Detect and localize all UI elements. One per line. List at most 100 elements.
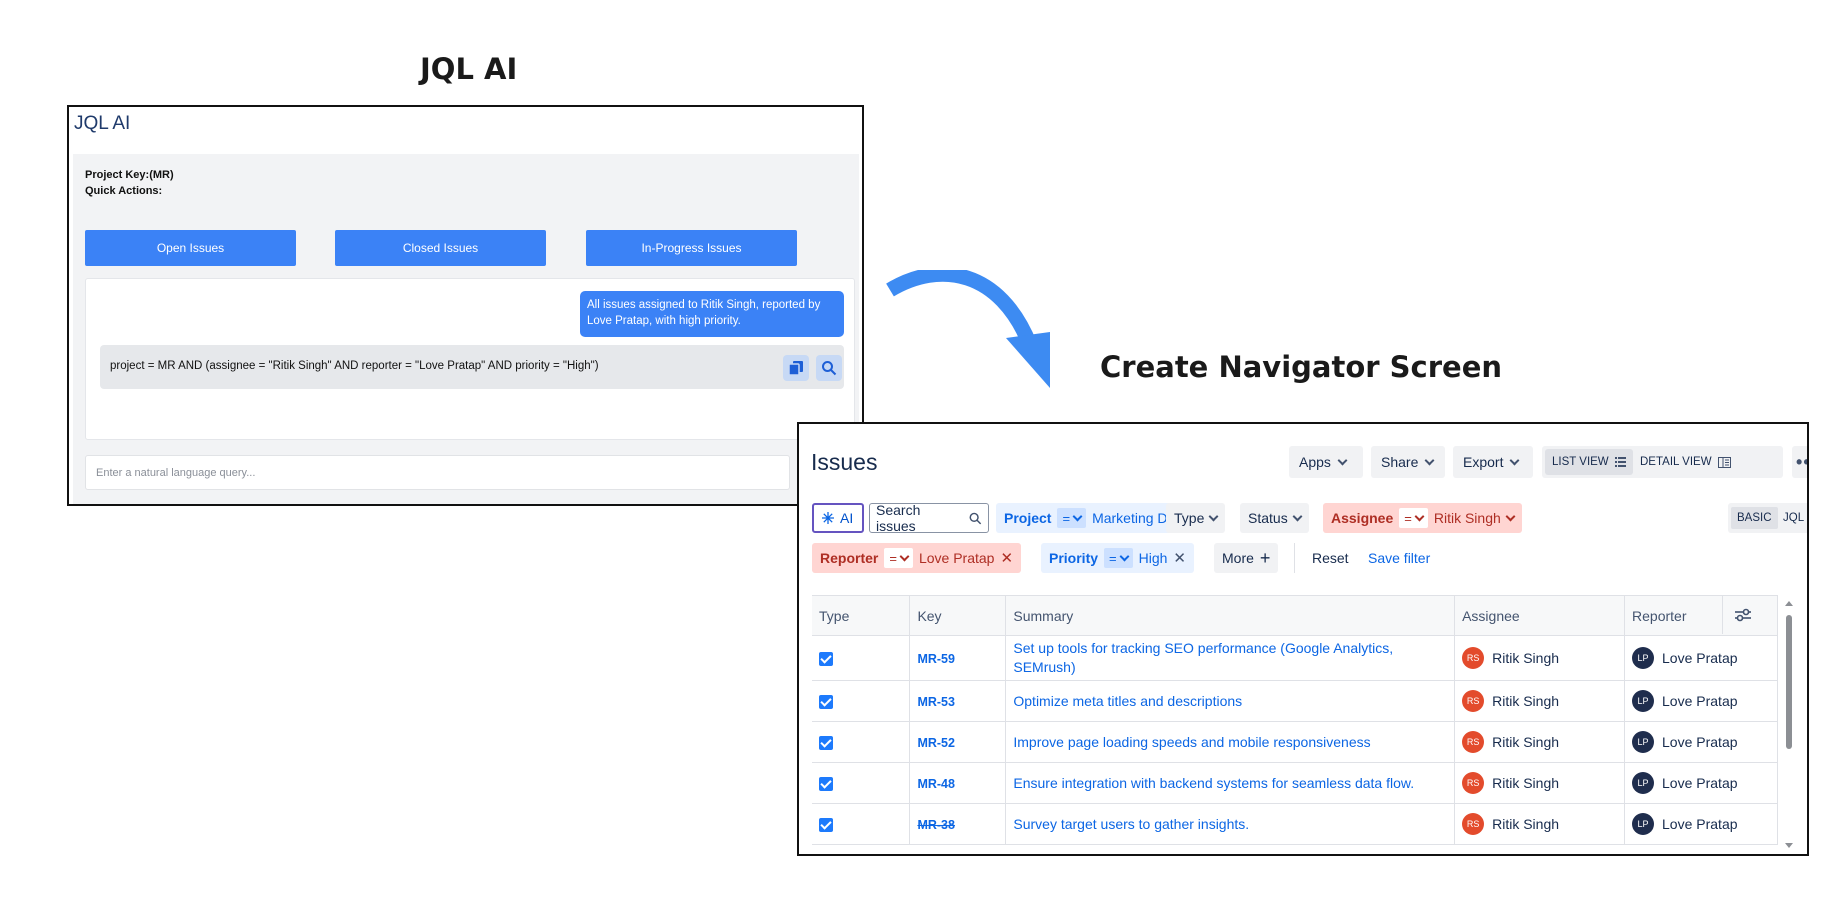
- detail-view-button[interactable]: DETAIL VIEW: [1633, 449, 1738, 475]
- assignee-name[interactable]: Ritik Singh: [1492, 775, 1559, 791]
- issue-key-link[interactable]: MR-38: [917, 818, 955, 832]
- reporter-name[interactable]: Love Pratap: [1662, 734, 1738, 750]
- ai-filter-button[interactable]: AI: [812, 503, 864, 533]
- natural-language-query-input[interactable]: [85, 455, 790, 490]
- reporter-operator-select[interactable]: =: [884, 548, 913, 568]
- table-row[interactable]: MR-52 Improve page loading speeds and mo…: [812, 721, 1778, 763]
- project-operator: =: [1062, 510, 1071, 526]
- copy-button[interactable]: [783, 355, 809, 381]
- chat-area: All issues assigned to Ritik Singh, repo…: [85, 278, 855, 440]
- project-operator-select[interactable]: =: [1057, 508, 1087, 528]
- plus-icon: +: [1259, 548, 1271, 568]
- priority-operator-select[interactable]: =: [1104, 548, 1133, 568]
- table-row[interactable]: MR-53 Optimize meta titles and descripti…: [812, 680, 1778, 722]
- search-issues-placeholder: Search issues: [876, 502, 921, 534]
- chevron-down-icon: [1208, 511, 1219, 521]
- chevron-down-icon: [1337, 455, 1348, 465]
- assignee-filter-chip[interactable]: Assignee = Ritik Singh: [1323, 503, 1522, 533]
- avatar: LP: [1632, 731, 1655, 753]
- reporter-name[interactable]: Love Pratap: [1662, 693, 1738, 709]
- table-header-row: Type Key Summary Assignee Reporter: [812, 595, 1778, 636]
- type-filter-chip[interactable]: Type: [1166, 503, 1226, 533]
- quick-actions-label: Quick Actions:: [85, 185, 163, 197]
- task-type-icon: [819, 736, 833, 751]
- in-progress-issues-button[interactable]: In-Progress Issues: [586, 230, 797, 266]
- column-header-key[interactable]: Key: [909, 595, 1007, 636]
- reporter-name[interactable]: Love Pratap: [1662, 650, 1738, 666]
- issue-key-link[interactable]: MR-48: [917, 777, 955, 791]
- avatar: LP: [1632, 690, 1655, 712]
- assignee-operator-select[interactable]: =: [1399, 508, 1428, 528]
- table-row[interactable]: MR-59 Set up tools for tracking SEO perf…: [812, 635, 1778, 681]
- scroll-down-arrow[interactable]: [1785, 843, 1793, 848]
- avatar: RS: [1462, 647, 1485, 669]
- save-filter-button[interactable]: Save filter: [1360, 543, 1438, 573]
- export-button[interactable]: Export: [1453, 446, 1533, 478]
- avatar: LP: [1632, 647, 1655, 669]
- reset-button[interactable]: Reset: [1304, 543, 1357, 573]
- scroll-up-arrow[interactable]: [1785, 601, 1793, 606]
- avatar: RS: [1462, 690, 1485, 712]
- scroll-thumb[interactable]: [1786, 615, 1792, 749]
- project-key-label: Project Key:(MR): [85, 169, 174, 181]
- issue-summary-link[interactable]: Survey target users to gather insights.: [1013, 815, 1249, 834]
- share-button[interactable]: Share: [1371, 446, 1445, 478]
- list-view-button[interactable]: LIST VIEW: [1545, 449, 1633, 475]
- detail-view-label: DETAIL VIEW: [1640, 456, 1712, 468]
- reporter-filter-chip[interactable]: Reporter = Love Pratap ✕: [812, 543, 1022, 573]
- column-header-type[interactable]: Type: [812, 595, 911, 636]
- table-row[interactable]: MR-38 Survey target users to gather insi…: [812, 803, 1778, 845]
- reporter-filter-value: Love Pratap: [918, 550, 995, 566]
- avatar: LP: [1632, 772, 1655, 794]
- user-message-bubble: All issues assigned to Ritik Singh, repo…: [580, 291, 844, 337]
- status-filter-chip[interactable]: Status: [1240, 503, 1309, 533]
- chevron-down-icon: [899, 551, 910, 561]
- column-header-assignee[interactable]: Assignee: [1454, 595, 1626, 636]
- jql-mode-button[interactable]: JQL: [1783, 507, 1804, 529]
- close-icon[interactable]: ✕: [1173, 551, 1186, 566]
- basic-mode-button[interactable]: BASIC: [1731, 507, 1778, 529]
- issue-key-link[interactable]: MR-52: [917, 736, 955, 750]
- issue-summary-link[interactable]: Ensure integration with backend systems …: [1013, 774, 1414, 793]
- assignee-filter-value: Ritik Singh: [1433, 510, 1501, 526]
- export-label: Export: [1463, 454, 1504, 470]
- open-issues-button[interactable]: Open Issues: [85, 230, 296, 266]
- chevron-down-icon: [1510, 455, 1520, 465]
- chevron-down-icon: [1119, 551, 1130, 561]
- copy-icon: [788, 361, 803, 376]
- more-actions-button[interactable]: •••: [1792, 446, 1807, 478]
- chevron-down-icon: [1505, 511, 1516, 521]
- assignee-name[interactable]: Ritik Singh: [1492, 693, 1559, 709]
- reporter-name[interactable]: Love Pratap: [1662, 816, 1738, 832]
- more-filters-button[interactable]: More +: [1214, 543, 1279, 573]
- generated-query-box: project = MR AND (assignee = "Ritik Sing…: [100, 345, 844, 389]
- list-icon: [1614, 457, 1626, 467]
- closed-issues-button[interactable]: Closed Issues: [335, 230, 546, 266]
- column-settings-button[interactable]: [1722, 596, 1762, 634]
- assignee-name[interactable]: Ritik Singh: [1492, 650, 1559, 666]
- column-header-summary[interactable]: Summary: [1005, 595, 1456, 636]
- list-view-label: LIST VIEW: [1552, 456, 1609, 468]
- issue-summary-link[interactable]: Improve page loading speeds and mobile r…: [1013, 733, 1370, 752]
- filter-divider: [1294, 543, 1295, 573]
- task-type-icon: [819, 777, 833, 792]
- search-issues-input[interactable]: Search issues: [869, 502, 989, 534]
- page-title: Issues: [811, 449, 878, 475]
- assignee-name[interactable]: Ritik Singh: [1492, 816, 1559, 832]
- issue-summary-link[interactable]: Optimize meta titles and descriptions: [1013, 692, 1242, 711]
- reporter-name[interactable]: Love Pratap: [1662, 775, 1738, 791]
- table-row[interactable]: MR-48 Ensure integration with backend sy…: [812, 762, 1778, 804]
- search-query-button[interactable]: [816, 355, 842, 381]
- issue-key-link[interactable]: MR-59: [917, 652, 955, 666]
- table-scrollbar[interactable]: [1782, 597, 1796, 854]
- task-type-icon: [819, 695, 833, 710]
- chevron-down-icon: [1414, 511, 1425, 521]
- apps-button[interactable]: Apps: [1289, 446, 1363, 478]
- close-icon[interactable]: ✕: [1000, 551, 1013, 566]
- priority-filter-chip[interactable]: Priority = High ✕: [1041, 543, 1194, 573]
- project-filter-label: Project: [1004, 510, 1052, 526]
- issue-key-link[interactable]: MR-53: [917, 695, 955, 709]
- assignee-name[interactable]: Ritik Singh: [1492, 734, 1559, 750]
- issues-table: Type Key Summary Assignee Reporter MR-59…: [812, 595, 1778, 845]
- issue-summary-link[interactable]: Set up tools for tracking SEO performanc…: [1013, 639, 1454, 677]
